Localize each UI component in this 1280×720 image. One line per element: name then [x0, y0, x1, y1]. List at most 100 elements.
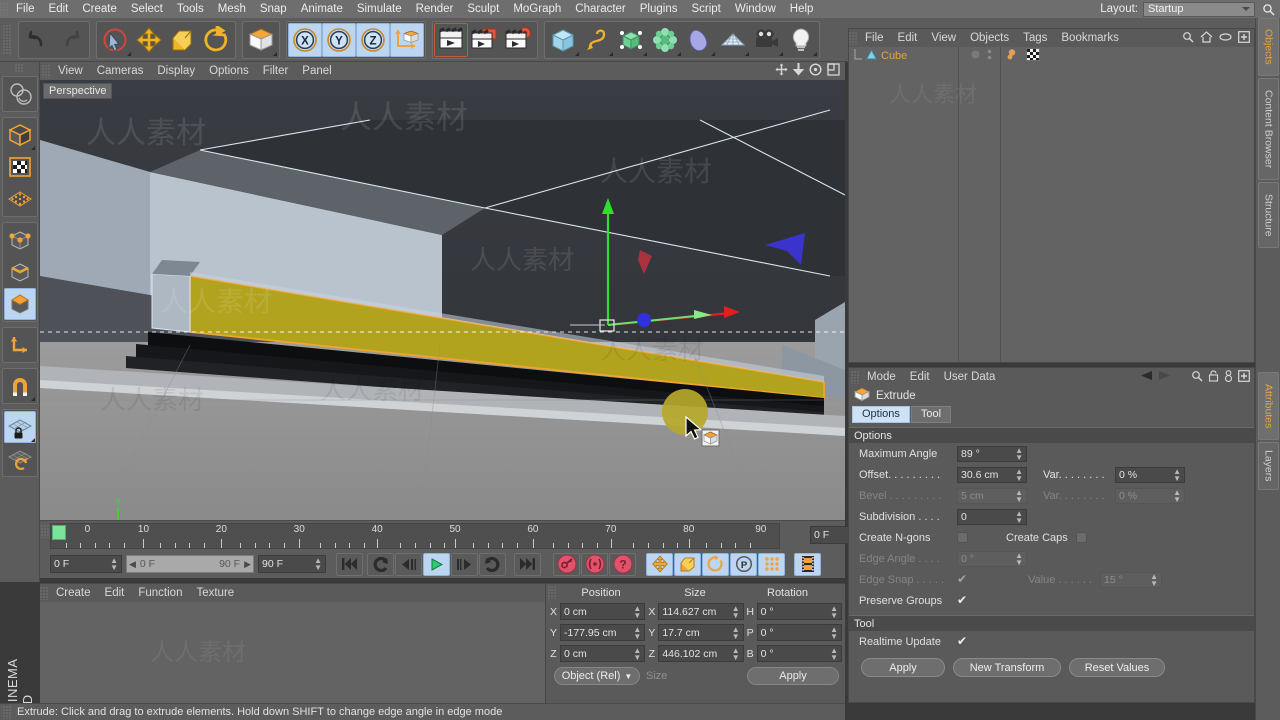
redo-button[interactable]	[54, 23, 88, 57]
go-to-end-button[interactable]	[514, 552, 541, 576]
spinner-icon[interactable]: ▲▼	[1015, 446, 1023, 461]
spinner-icon[interactable]: ▲▼	[1015, 467, 1023, 482]
object-menu-bookmarks[interactable]: Bookmarks	[1054, 29, 1126, 47]
rotation-p-field[interactable]: 0 ° ▲ ▼	[756, 624, 842, 641]
move-tool-button[interactable]	[132, 23, 166, 57]
keyframe-selection-button[interactable]: ?	[609, 552, 636, 576]
maximize-icon[interactable]	[827, 63, 840, 79]
spinner-icon[interactable]: ▲▼	[830, 604, 838, 619]
menu-item-create[interactable]: Create	[75, 0, 124, 18]
rotate-tool-button[interactable]	[200, 23, 234, 57]
material-menu-create[interactable]: Create	[49, 584, 98, 602]
spinner-icon[interactable]: ▲▼	[830, 625, 838, 640]
coordinate-mode-dropdown[interactable]: Object (Rel) ▼	[554, 667, 640, 685]
axis-mode-button[interactable]	[4, 329, 36, 361]
rotation-b-field[interactable]: 0 ° ▲ ▼	[756, 645, 842, 662]
apply-button[interactable]: Apply	[861, 658, 945, 677]
rotation-h-field[interactable]: 0 ° ▲ ▼	[756, 603, 842, 620]
render-region-button[interactable]	[468, 23, 502, 57]
phong-tag-icon[interactable]	[1007, 48, 1021, 64]
menu-item-animate[interactable]: Animate	[294, 0, 350, 18]
left-toolbar-gripper[interactable]	[15, 64, 24, 73]
menu-item-help[interactable]: Help	[783, 0, 821, 18]
spinner-icon[interactable]: ▲▼	[633, 625, 641, 640]
point-mode-button[interactable]	[4, 224, 36, 256]
menu-item-render[interactable]: Render	[409, 0, 461, 18]
menu-item-plugins[interactable]: Plugins	[633, 0, 685, 18]
timeline-ruler[interactable]: 0 10 20 30 40 50 60 70 80 90	[50, 523, 780, 549]
position-x-field[interactable]: 0 cm ▲ ▼	[560, 603, 646, 620]
tab-tool[interactable]: Tool	[910, 406, 952, 423]
spinner-icon[interactable]: ▲▼	[633, 604, 641, 619]
go-to-start-button[interactable]	[336, 552, 363, 576]
menu-item-edit[interactable]: Edit	[42, 0, 76, 18]
position-z-field[interactable]: 0 cm ▲ ▼	[560, 645, 646, 662]
open-timeline-button[interactable]	[794, 552, 821, 576]
add-camera-button[interactable]	[750, 23, 784, 57]
material-menu-edit[interactable]: Edit	[98, 584, 132, 602]
preview-range-field[interactable]: ◀ 0 F 90 F ▶	[126, 555, 254, 573]
lock-x-axis-button[interactable]: X	[288, 22, 322, 57]
viewport-3d-canvas[interactable]: Y X Z	[40, 80, 845, 520]
material-menu-texture[interactable]: Texture	[189, 584, 241, 602]
parameter-key-button[interactable]: P	[730, 552, 757, 576]
viewport-menu-view[interactable]: View	[51, 62, 90, 80]
menu-item-snap[interactable]: Snap	[253, 0, 294, 18]
object-tags-column[interactable]: 人人素材	[889, 47, 1254, 362]
spinner-icon[interactable]: ▲▼	[830, 646, 838, 661]
visibility-row[interactable]	[959, 47, 1000, 64]
lock-icon[interactable]	[1208, 369, 1219, 385]
realtime-update-checkmark-icon[interactable]: ✔	[957, 635, 970, 647]
object-menu-file[interactable]: File	[858, 29, 891, 47]
current-frame-field[interactable]: 0 F ▲ ▼	[50, 555, 122, 573]
object-menu-gripper[interactable]	[849, 31, 858, 45]
object-menu-objects[interactable]: Objects	[963, 29, 1016, 47]
lock-workplane-button[interactable]	[3, 411, 36, 443]
add-light-button[interactable]	[784, 23, 818, 57]
visibility-render-dots-icon[interactable]	[987, 49, 992, 63]
enable-snap-button[interactable]	[4, 370, 36, 402]
viewport-menu-cameras[interactable]: Cameras	[90, 62, 151, 80]
spinner-icon[interactable]: ▲▼	[732, 625, 740, 640]
menu-gripper[interactable]	[0, 2, 9, 16]
workplane-button[interactable]	[244, 23, 278, 57]
size-y-field[interactable]: 17.7 cm ▲ ▼	[658, 624, 744, 641]
vtab-objects[interactable]: Objects	[1258, 18, 1279, 76]
plus-box-icon[interactable]	[1238, 30, 1250, 46]
material-list[interactable]: 人人素材	[40, 602, 545, 704]
menu-item-script[interactable]: Script	[684, 0, 727, 18]
eye-icon[interactable]	[1219, 32, 1232, 45]
add-generator-button[interactable]	[614, 23, 648, 57]
size-z-field[interactable]: 446.102 cm ▲ ▼	[658, 645, 744, 662]
spinner-icon[interactable]: ▲▼	[314, 557, 322, 572]
coordinate-system-button[interactable]	[390, 22, 424, 57]
viewport-menu-filter[interactable]: Filter	[256, 62, 296, 80]
apply-coordinates-button[interactable]: Apply	[747, 667, 839, 685]
live-selection-button[interactable]	[98, 23, 132, 57]
play-loop-button[interactable]	[367, 552, 394, 576]
polygon-mode-button[interactable]	[3, 288, 36, 320]
layout-dropdown[interactable]: Startup	[1143, 1, 1255, 17]
spinner-icon[interactable]: ▲▼	[732, 604, 740, 619]
workplane-toggle-button[interactable]	[4, 443, 36, 475]
object-menu-tags[interactable]: Tags	[1016, 29, 1054, 47]
viewport-menu-gripper[interactable]	[42, 64, 51, 78]
menu-item-tools[interactable]: Tools	[170, 0, 211, 18]
viewport-menu-options[interactable]: Options	[202, 62, 256, 80]
tab-options[interactable]: Options	[852, 406, 910, 423]
status-gripper[interactable]	[3, 705, 12, 719]
attributes-menu-user-data[interactable]: User Data	[937, 368, 1003, 386]
vtab-attributes[interactable]: Attributes	[1258, 372, 1279, 440]
visibility-editor-dot-icon[interactable]	[971, 50, 980, 62]
spinner-icon[interactable]: ▲▼	[732, 646, 740, 661]
size-x-field[interactable]: 114.627 cm ▲ ▼	[658, 603, 744, 620]
rotation-key-button[interactable]	[702, 552, 729, 576]
toolbar-gripper[interactable]	[3, 24, 12, 55]
timeline-playhead[interactable]	[52, 525, 66, 540]
offset-var-field[interactable]: 0 % ▲ ▼	[1115, 466, 1185, 483]
preserve-groups-checkmark-icon[interactable]: ✔	[957, 594, 970, 606]
spinner-icon[interactable]: ▲▼	[1015, 509, 1023, 524]
menu-item-mograph[interactable]: MoGraph	[506, 0, 568, 18]
attributes-menu-edit[interactable]: Edit	[903, 368, 937, 386]
plus-box-icon[interactable]	[1238, 369, 1250, 385]
